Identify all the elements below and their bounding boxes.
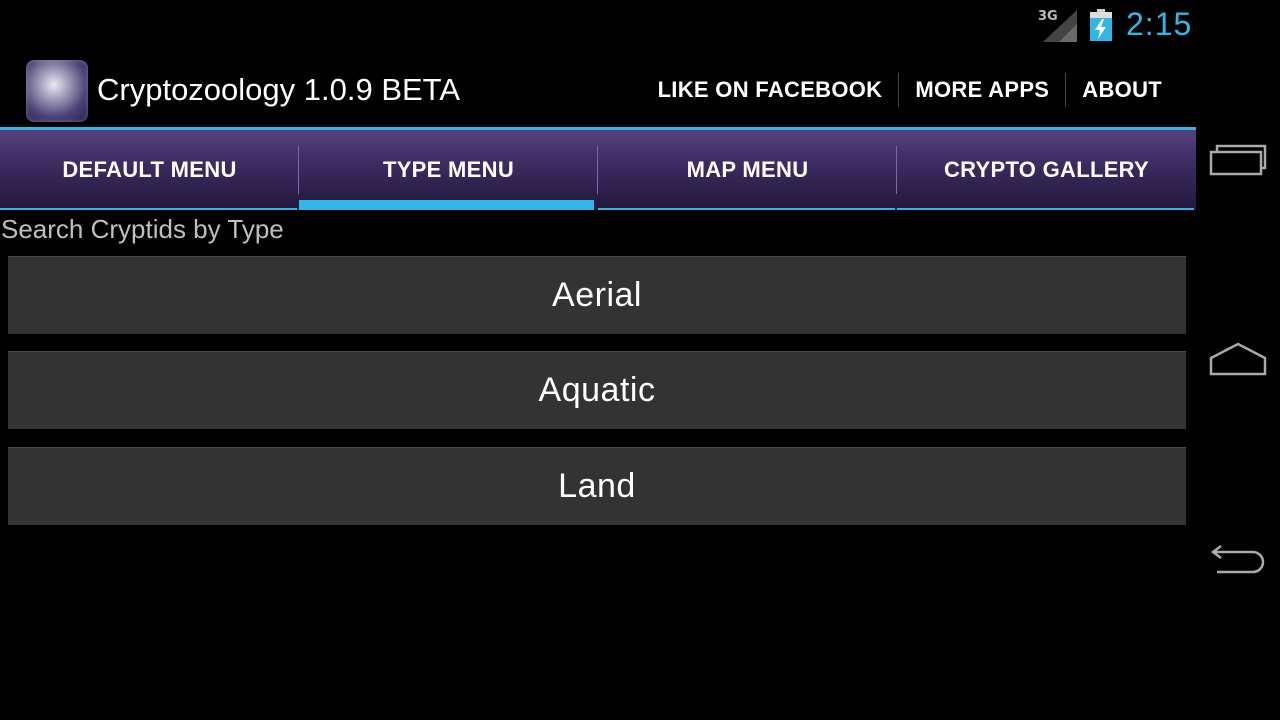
recent-apps-icon — [1209, 144, 1267, 176]
about-button[interactable]: ABOUT — [1066, 77, 1178, 103]
app-title: Cryptozoology 1.0.9 BETA — [97, 72, 460, 107]
land-button[interactable]: Land — [8, 447, 1186, 525]
tab-crypto-gallery[interactable]: CRYPTO GALLERY — [897, 130, 1196, 210]
app-logo-icon[interactable] — [26, 60, 88, 122]
tab-selected-indicator — [299, 200, 594, 210]
navigation-bar — [1196, 0, 1280, 720]
more-apps-button[interactable]: MORE APPS — [899, 77, 1065, 103]
tab-type-menu[interactable]: TYPE MENU — [299, 130, 598, 210]
tab-label: DEFAULT MENU — [62, 157, 237, 182]
tab-label: CRYPTO GALLERY — [943, 157, 1150, 182]
tab-bar: DEFAULT MENU TYPE MENU MAP MENU CRYPTO G… — [0, 130, 1196, 210]
clock: 2:15 — [1126, 6, 1193, 42]
tab-label: MAP MENU — [686, 157, 809, 182]
home-button[interactable] — [1208, 334, 1268, 384]
action-bar: Cryptozoology 1.0.9 BETA LIKE ON FACEBOO… — [0, 52, 1196, 127]
aquatic-button[interactable]: Aquatic — [8, 351, 1186, 429]
back-button[interactable] — [1208, 534, 1268, 584]
status-bar: 3G 2:15 — [0, 0, 1196, 50]
tab-indicator — [0, 208, 297, 210]
tab-map-menu[interactable]: MAP MENU — [598, 130, 897, 210]
battery-charging-icon — [1090, 9, 1112, 41]
like-on-facebook-button[interactable]: LIKE ON FACEBOOK — [642, 77, 899, 103]
recent-apps-button[interactable] — [1208, 134, 1268, 184]
search-heading: Search Cryptids by Type — [1, 214, 284, 244]
tab-indicator — [897, 208, 1194, 210]
tab-default-menu[interactable]: DEFAULT MENU — [0, 130, 299, 210]
aerial-button[interactable]: Aerial — [8, 256, 1186, 334]
tab-label: TYPE MENU — [382, 157, 515, 182]
back-icon — [1210, 545, 1265, 574]
home-icon — [1209, 342, 1267, 376]
tab-indicator — [598, 208, 895, 210]
action-bar-actions: LIKE ON FACEBOOK MORE APPS ABOUT — [642, 52, 1178, 127]
signal-icon — [1043, 10, 1077, 42]
